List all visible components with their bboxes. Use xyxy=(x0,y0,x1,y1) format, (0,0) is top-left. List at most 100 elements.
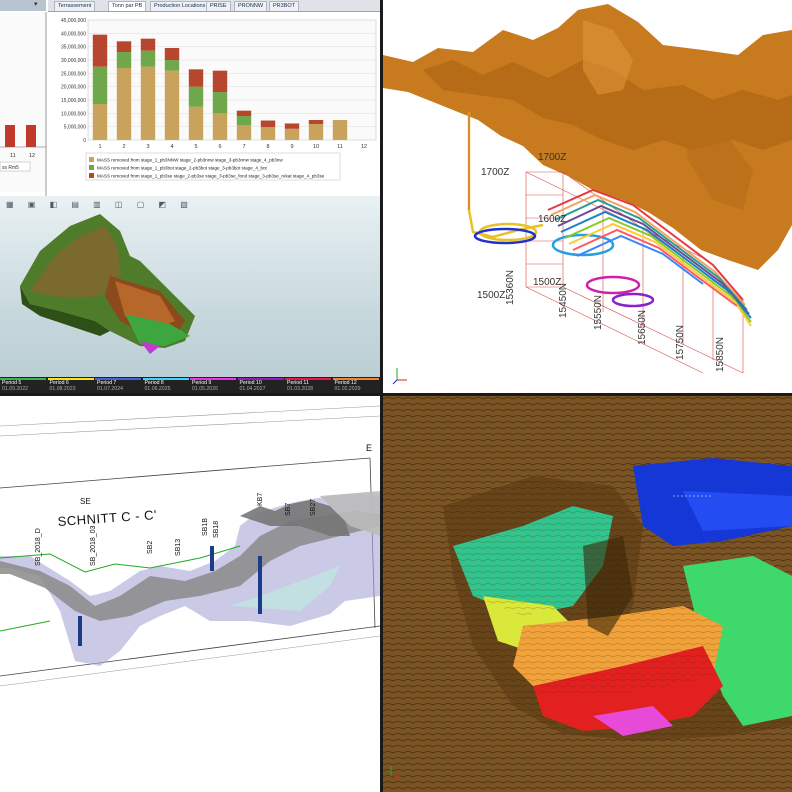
bar-segment xyxy=(332,120,348,140)
period-item[interactable]: Period 10 01.04.2027 xyxy=(237,378,284,392)
y-tick-label: 5,000,000 xyxy=(64,125,86,131)
period-item[interactable]: Period 8 01.06.2025 xyxy=(142,378,189,392)
n-label: 15650N xyxy=(637,310,648,345)
legend-label: MASS removed from stage_1_pb3se stage_2-… xyxy=(97,174,325,179)
period-date: 01.03.2028 xyxy=(287,386,313,392)
bar-segment xyxy=(308,120,324,124)
n-label: 15450N xyxy=(558,283,569,318)
bar-chart: 45,000,00040,000,00035,000,00030,000,000… xyxy=(61,18,377,181)
n-label: 15550N xyxy=(593,295,604,330)
y-tick-label: 25,000,000 xyxy=(61,71,86,77)
y-tick-label: 45,000,000 xyxy=(61,18,86,24)
legend-swatch xyxy=(89,157,94,162)
x-tick-label: 12 xyxy=(361,144,367,150)
x-tick-label: 8 xyxy=(266,144,269,150)
y-tick-label: 20,000,000 xyxy=(61,85,86,91)
bar-segment xyxy=(284,128,300,140)
bar-segment xyxy=(236,110,252,116)
mini-legend-label: ss Rm5 xyxy=(2,165,19,171)
bar-segment xyxy=(140,66,156,140)
legend-label: MASS removed from stage_1_pb3NNW stage_2… xyxy=(97,158,283,163)
mini-tick-label: 11 xyxy=(10,153,16,159)
period-date: 01.02.2029 xyxy=(334,386,361,392)
period-item[interactable]: Period 7 01.07.2024 xyxy=(95,378,141,392)
bar-segment xyxy=(212,70,228,92)
bar-segment xyxy=(92,34,108,67)
period-date: 01.08.2023 xyxy=(49,386,76,392)
period-item[interactable]: Period 12 01.02.2029 xyxy=(332,378,379,392)
bar-segment xyxy=(236,116,252,126)
bar-segment xyxy=(188,106,204,140)
x-tick-label: 7 xyxy=(242,144,245,150)
se-label: SE xyxy=(80,497,91,506)
z-label: 1600Z xyxy=(538,214,566,225)
mini-tick-label: 12 xyxy=(29,153,35,159)
x-tick-label: 10 xyxy=(313,144,319,150)
x-tick-label: 4 xyxy=(170,144,173,150)
bar-segment xyxy=(116,52,132,68)
bar-segment xyxy=(188,69,204,87)
3d-viewport[interactable]: 1700Z 1700Z 1600Z 1500Z 1500Z 15360N 154… xyxy=(383,0,792,393)
borehole-label: SB_2018_D xyxy=(35,528,42,566)
y-tick-label: 30,000,000 xyxy=(61,58,86,64)
borehole-label: SB18 xyxy=(213,521,220,538)
y-tick-label: 0 xyxy=(83,138,86,144)
z-label: 1700Z xyxy=(538,152,566,163)
bar-segment xyxy=(188,86,204,107)
y-tick-label: 15,000,000 xyxy=(61,98,86,104)
3d-orebody-view: 1700Z 1700Z 1600Z 1500Z 1500Z 15360N 154… xyxy=(383,0,792,393)
section-title: SCHNITT C - C' xyxy=(57,507,157,529)
block-model-viewport[interactable] xyxy=(0,196,380,393)
period-item[interactable]: Period 9 01.05.2026 xyxy=(190,378,236,392)
bar-segment xyxy=(212,113,228,140)
x-tick-label: 3 xyxy=(146,144,149,150)
pit-block-model-view xyxy=(383,396,792,792)
x-tick-label: 9 xyxy=(290,144,293,150)
e-label: E xyxy=(366,443,372,453)
x-tick-label: 6 xyxy=(218,144,221,150)
bar-segment xyxy=(164,60,180,71)
x-tick-label: 5 xyxy=(194,144,197,150)
legend-label: MASS removed from stage_1_pb3bot stage_2… xyxy=(97,166,268,171)
chart-window: Terrassement Tonn par PB Production Loca… xyxy=(0,0,380,196)
bar-segment xyxy=(308,124,324,140)
n-label: 15850N xyxy=(715,337,726,372)
bar-segment xyxy=(236,125,252,140)
pit-viewport[interactable] xyxy=(383,396,792,792)
period-item[interactable]: Period 6 01.08.2023 xyxy=(47,378,94,392)
n-label: 15750N xyxy=(675,325,686,360)
bar-segment xyxy=(212,92,228,114)
period-item[interactable]: Period 11 01.03.2028 xyxy=(285,378,331,392)
period-item[interactable]: Period 5 01.09.2022 xyxy=(0,378,46,392)
borehole-label: SB_2018_03 xyxy=(90,525,97,566)
borehole-label: SB2 xyxy=(147,541,154,554)
bar-segment xyxy=(284,123,300,129)
y-tick-label: 40,000,000 xyxy=(61,31,86,37)
n-label: 15360N xyxy=(505,270,516,305)
bar-segment xyxy=(260,120,276,128)
borehole-label: SB27 xyxy=(310,499,317,516)
period-date: 01.09.2022 xyxy=(2,386,28,392)
block-model-view: ▦ ▣ ◧ ▤ ▥ ◫ ▢ ◩ ▧ xyxy=(0,196,380,393)
legend-swatch xyxy=(89,173,94,178)
bar-segment xyxy=(140,50,156,67)
mini-bar xyxy=(5,125,15,147)
borehole-label: SB1B xyxy=(202,518,209,536)
legend-swatch xyxy=(89,165,94,170)
bar-segment xyxy=(116,68,132,140)
y-tick-label: 10,000,000 xyxy=(61,111,86,117)
z-label: 1700Z xyxy=(481,167,509,178)
x-tick-label: 1 xyxy=(98,144,101,150)
y-tick-label: 35,000,000 xyxy=(61,45,86,51)
period-date: 01.05.2026 xyxy=(192,386,218,392)
bar-segment xyxy=(92,104,108,140)
period-date: 01.04.2027 xyxy=(239,386,266,392)
borehole-label: KB7 xyxy=(257,493,264,506)
section-viewport[interactable]: SCHNITT C - C' SE E SB_2018_D SB_2018_03… xyxy=(0,396,380,792)
cross-section-view: SCHNITT C - C' SE E SB_2018_D SB_2018_03… xyxy=(0,396,380,792)
x-tick-label: 11 xyxy=(337,144,343,150)
bar-segment xyxy=(140,38,156,51)
bar-segment xyxy=(92,66,108,104)
bar-segment xyxy=(260,127,276,140)
z-label: 1500Z xyxy=(477,290,505,301)
